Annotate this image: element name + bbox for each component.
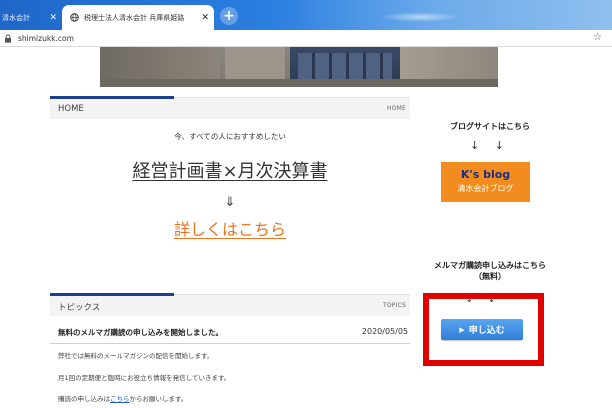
- topic-body-line: 月1回の定期便と臨時にお役立ち情報を発信していきます。: [58, 374, 231, 382]
- panel-badge: TOPICS: [383, 302, 406, 309]
- panel-title: トピックス: [58, 303, 101, 313]
- home-body: 今、すべての人におすすめしたい 経営計画書×月次決算書 ⇓ 詳しくはこちら: [50, 131, 410, 240]
- down-arrow-icon: ⇓: [224, 195, 236, 210]
- topic-date: 2020/05/05: [361, 327, 408, 336]
- browser-tab-strip: 清水会計 ✕ 税理士法人清水会計 兵庫県姫路 ✕ +: [0, 0, 612, 30]
- blog-subtitle: 清水会計ブログ: [457, 184, 514, 193]
- details-link[interactable]: 詳しくはこちら: [174, 216, 286, 240]
- panel-title: HOME: [58, 104, 84, 114]
- hero-photo: [100, 47, 498, 87]
- panel-badge: HOME: [386, 105, 406, 112]
- hero-ground: [100, 79, 498, 87]
- topic-title[interactable]: 無料のメルマガ購読の申し込みを開始しました。: [58, 327, 223, 338]
- apply-prefix: 購読の申し込みは: [58, 395, 110, 403]
- apply-here-link[interactable]: こちら: [110, 395, 130, 403]
- topic-body-line: 弊社では無料のメールマガジンの配信を開始します。: [58, 352, 214, 360]
- address-bar[interactable]: shimizukk.com ☆: [0, 30, 612, 47]
- intro-text: 今、すべての人におすすめしたい: [174, 132, 286, 141]
- topics-panel-header: トピックス TOPICS: [50, 293, 410, 316]
- topics-panel: トピックス TOPICS 無料のメルマガ購読の申し込みを開始しました。 2020…: [50, 293, 410, 403]
- url-text[interactable]: shimizukk.com: [18, 34, 74, 43]
- down-arrows-icon: ↓ ↓: [465, 295, 502, 305]
- star-icon[interactable]: ☆: [593, 32, 602, 43]
- tab-title: 清水会計: [2, 13, 30, 22]
- down-arrows-icon: ↓ ↓: [470, 139, 510, 152]
- tab-shimizu-kaikei[interactable]: 清水会計 ✕: [0, 5, 62, 30]
- headline-link[interactable]: 経営計画書×月次決算書: [132, 157, 327, 183]
- tab-strip-decoration: [380, 12, 460, 22]
- home-panel: HOME HOME 今、すべての人におすすめしたい 経営計画書×月次決算書 ⇓ …: [50, 96, 410, 240]
- mail-heading: メルマガ購読申し込みはこちら: [434, 261, 546, 270]
- tab-close-icon[interactable]: ✕: [49, 13, 57, 23]
- lock-icon[interactable]: [4, 33, 12, 43]
- tab-close-icon[interactable]: ✕: [201, 13, 209, 23]
- apply-suffix: からお願いします。: [129, 395, 188, 403]
- mail-heading-free: （無料）: [474, 272, 506, 281]
- topic-apply-line: 購読の申し込みはこちらからお願いします。: [58, 393, 187, 403]
- signup-label: 申し込む: [468, 326, 505, 336]
- blog-name: K's blog: [460, 168, 511, 181]
- blog-banner[interactable]: K's blog 清水会計ブログ: [441, 162, 530, 202]
- signup-button[interactable]: ▶ 申し込む: [441, 319, 523, 340]
- tab-title: 税理士法人清水会計 兵庫県姫路: [84, 13, 185, 22]
- new-tab-button[interactable]: +: [220, 7, 238, 25]
- blog-heading: ブログサイトはこちら: [450, 122, 530, 131]
- globe-icon: [70, 13, 79, 22]
- play-icon: ▶: [459, 325, 465, 334]
- topic-item[interactable]: 無料のメルマガ購読の申し込みを開始しました。 2020/05/05: [50, 322, 410, 344]
- tab-tax-firm[interactable]: 税理士法人清水会計 兵庫県姫路 ✕: [62, 5, 214, 30]
- home-panel-header: HOME HOME: [50, 96, 410, 119]
